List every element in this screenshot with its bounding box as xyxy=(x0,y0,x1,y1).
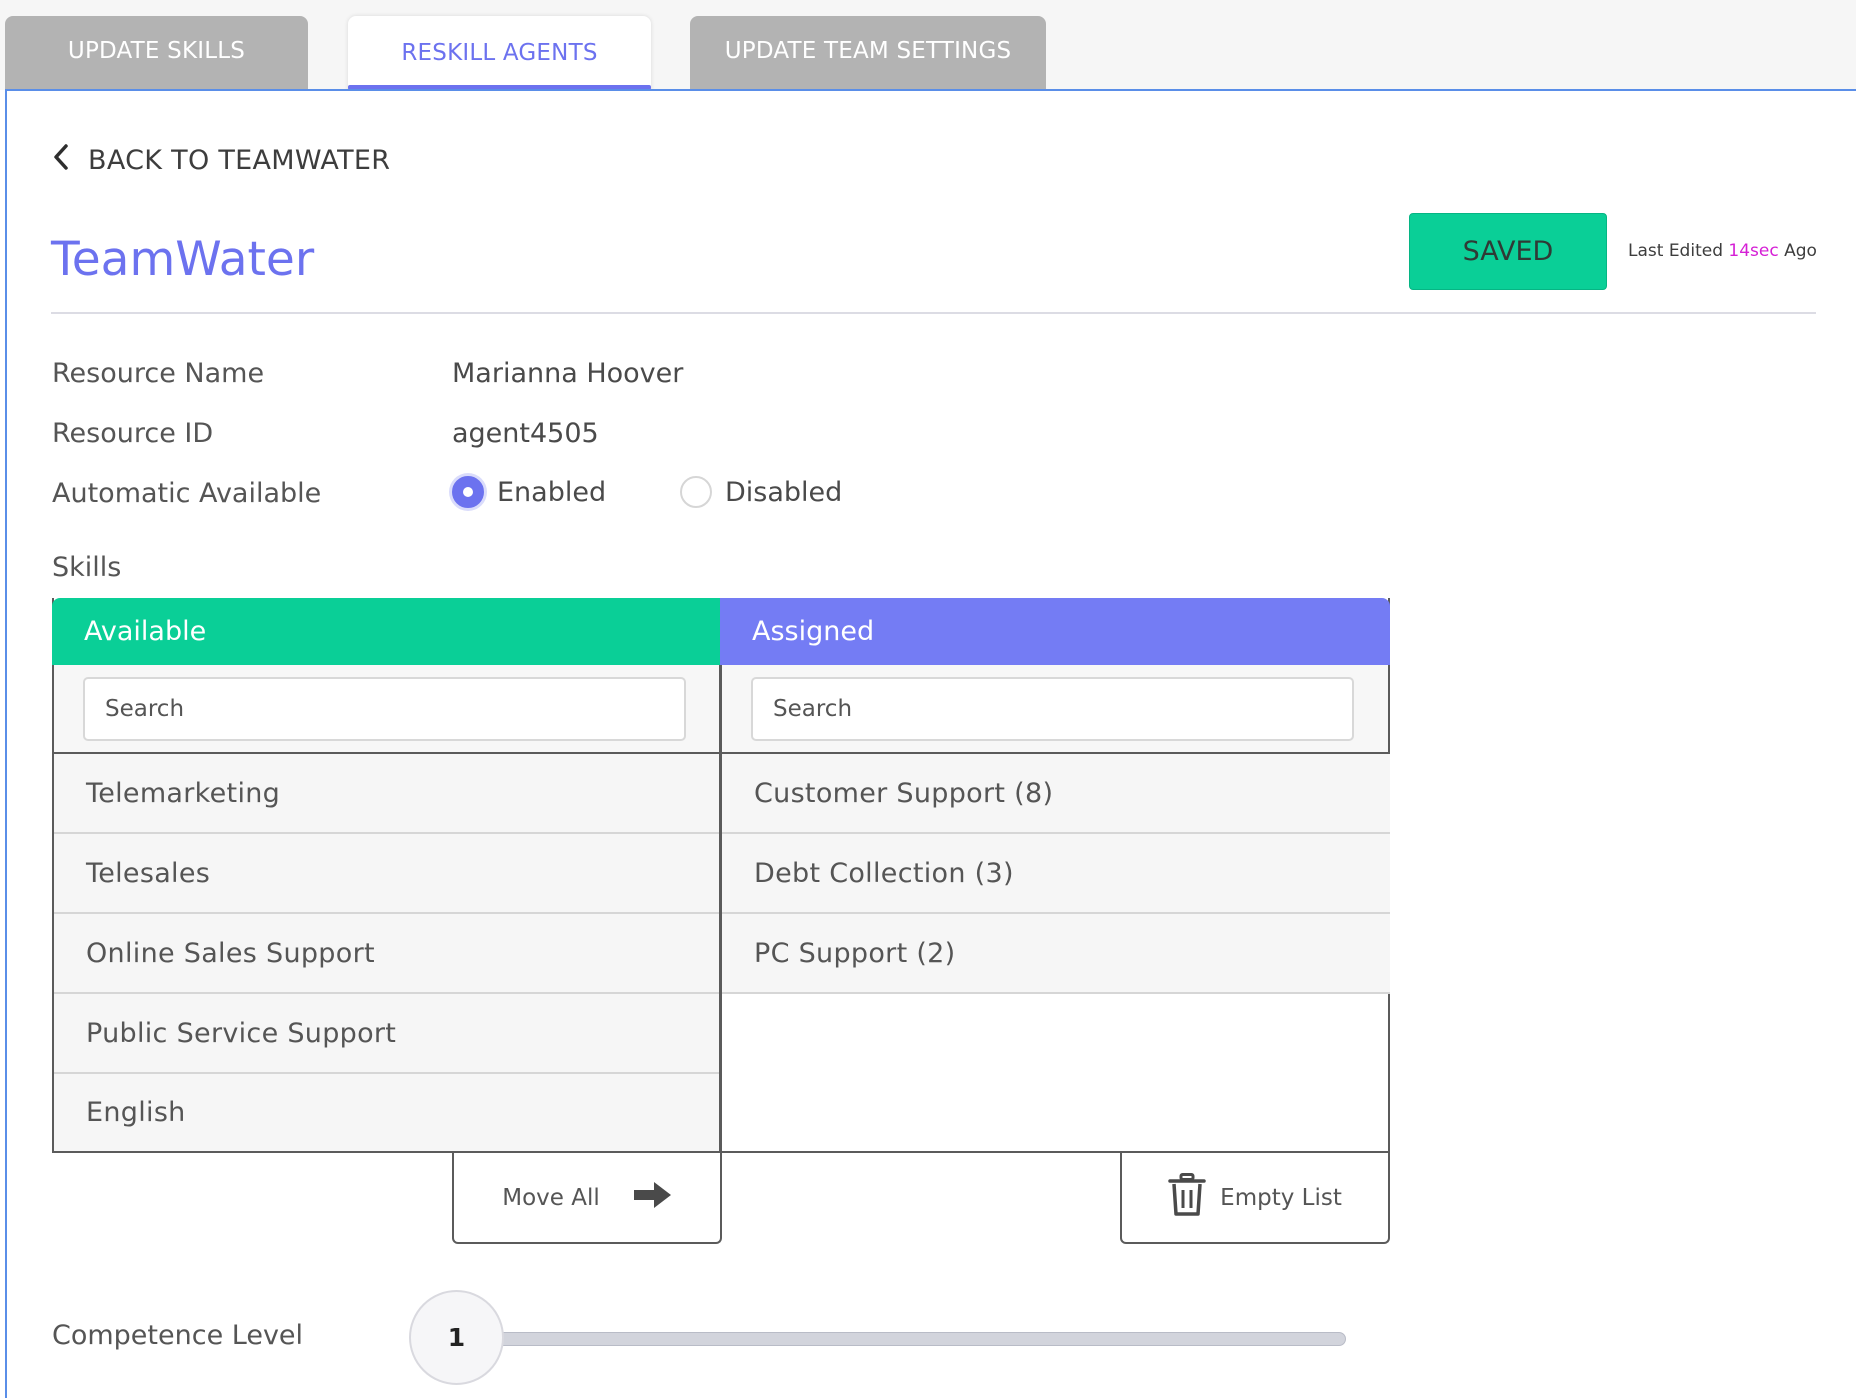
tab-bar: UPDATE SKILLS RESKILL AGENTS UPDATE TEAM… xyxy=(0,0,1856,94)
radio-disabled[interactable]: Disabled xyxy=(680,476,842,508)
back-link[interactable]: BACK TO TEAMWATER xyxy=(52,143,390,178)
resource-name-label: Resource Name xyxy=(52,358,265,389)
saved-button[interactable]: SAVED xyxy=(1409,213,1607,290)
assigned-skill-item[interactable]: Customer Support (8) xyxy=(722,754,1390,834)
radio-disabled-label: Disabled xyxy=(725,476,843,508)
assigned-header: Assigned xyxy=(720,598,1390,665)
assigned-skill-item[interactable]: Debt Collection (3) xyxy=(722,834,1390,914)
assigned-skills-column: Assigned Search Customer Support (8) Deb… xyxy=(720,598,1390,1153)
radio-selected-icon xyxy=(452,476,484,508)
back-link-label: BACK TO TEAMWATER xyxy=(88,145,391,176)
skills-transfer-list: Available Search Telemarketing Telesales… xyxy=(52,598,1390,1153)
empty-list-button[interactable]: Empty List xyxy=(1120,1153,1390,1244)
trash-icon xyxy=(1168,1172,1206,1223)
resource-name-value: Marianna Hoover xyxy=(452,358,684,389)
radio-unselected-icon xyxy=(680,476,712,508)
tab-update-skills[interactable]: UPDATE SKILLS xyxy=(5,16,308,90)
last-edited-time: 14sec xyxy=(1728,241,1779,261)
automatic-available-label: Automatic Available xyxy=(52,478,322,509)
tab-reskill-agents[interactable]: RESKILL AGENTS xyxy=(348,16,651,94)
resource-id-label: Resource ID xyxy=(52,418,214,449)
title-divider xyxy=(51,312,1816,314)
tab-reskill-agents-label: RESKILL AGENTS xyxy=(401,40,598,66)
empty-list-label: Empty List xyxy=(1220,1184,1342,1211)
available-search-row: Search xyxy=(54,665,719,754)
last-edited-suffix: Ago xyxy=(1784,241,1817,261)
available-skill-item[interactable]: English xyxy=(54,1074,719,1151)
move-all-button[interactable]: Move All xyxy=(452,1153,722,1244)
page-title: TeamWater xyxy=(51,232,315,287)
arrow-right-icon xyxy=(633,1181,672,1215)
skills-label: Skills xyxy=(52,552,122,583)
radio-enabled-label: Enabled xyxy=(497,476,607,508)
move-all-label: Move All xyxy=(502,1184,600,1211)
available-skill-item[interactable]: Telemarketing xyxy=(54,754,719,834)
available-skill-item[interactable]: Telesales xyxy=(54,834,719,914)
last-edited-prefix: Last Edited xyxy=(1628,241,1723,261)
tab-update-team-settings[interactable]: UPDATE TEAM SETTINGS xyxy=(690,16,1046,90)
available-skills-column: Available Search Telemarketing Telesales… xyxy=(52,598,721,1153)
competence-slider-handle[interactable]: 1 xyxy=(409,1290,504,1385)
resource-id-value: agent4505 xyxy=(452,418,599,449)
available-search-input[interactable]: Search xyxy=(83,677,686,741)
assigned-skill-item[interactable]: PC Support (2) xyxy=(722,914,1390,994)
last-edited-status: Last Edited 14sec Ago xyxy=(1628,241,1817,261)
assigned-search-input[interactable]: Search xyxy=(751,677,1354,741)
radio-enabled[interactable]: Enabled xyxy=(452,476,606,508)
available-skill-item[interactable]: Online Sales Support xyxy=(54,914,719,994)
available-skill-item[interactable]: Public Service Support xyxy=(54,994,719,1074)
assigned-search-row: Search xyxy=(722,665,1388,754)
chevron-left-icon xyxy=(52,143,70,178)
competence-slider-track[interactable] xyxy=(490,1332,1346,1346)
competence-level-label: Competence Level xyxy=(52,1320,304,1351)
available-header: Available xyxy=(52,598,721,665)
